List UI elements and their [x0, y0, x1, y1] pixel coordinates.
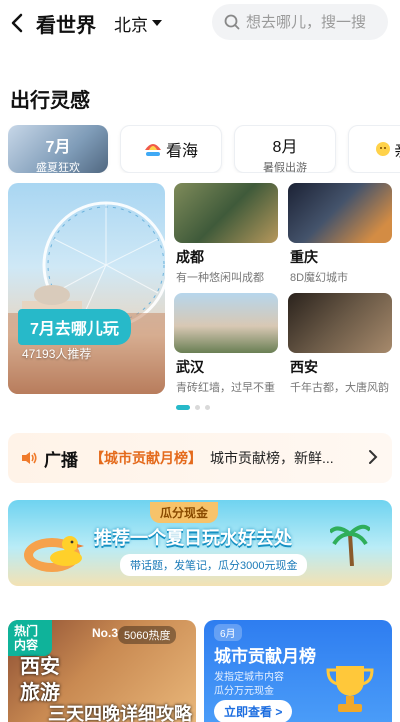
city-label: 北京 — [114, 15, 148, 35]
section-title: 出行灵感 — [10, 90, 90, 112]
broadcast-bar[interactable]: 广播 【城市贡献月榜】 城市贡献榜，新鲜... — [8, 433, 392, 483]
city-selector[interactable]: 北京 — [114, 11, 162, 36]
destination-name: 西安 — [290, 359, 318, 375]
banner-subtitle: 带话题，发笔记，瓜分3000元现金 — [120, 554, 308, 576]
tab-sea[interactable]: 看海 — [120, 125, 222, 173]
month-tag: 6月 — [214, 624, 242, 641]
destination-image — [174, 293, 278, 353]
inspiration-tabs: 7月 盛夏狂欢 看海 8月 暑假出游 亲 — [8, 125, 400, 173]
view-now-button[interactable]: 立即查看 > — [214, 700, 293, 722]
chevron-left-icon — [11, 13, 23, 33]
destination-card[interactable]: 成都 有一种悠闲叫成都 — [174, 183, 278, 285]
broadcast-label: 广播 — [44, 450, 78, 470]
promo-banner[interactable]: 瓜分现金 推荐一个夏日玩水好去处 带话题，发笔记，瓜分3000元现金 — [8, 500, 392, 586]
tab-family[interactable]: 亲 — [348, 125, 400, 173]
recommend-count: 47193人推荐 — [22, 347, 92, 361]
destination-desc: 青砖红墙，过早不重 — [176, 382, 275, 394]
banner-headline: 推荐一个夏日玩水好去处 — [94, 528, 292, 548]
tab-label: 8月 — [272, 139, 298, 156]
trophy-icon — [326, 666, 374, 712]
tab-sublabel: 盛夏狂欢 — [36, 162, 80, 173]
tab-label: 7月 — [45, 139, 71, 156]
destination-image — [288, 183, 392, 243]
ferris-wheel-image — [8, 201, 165, 394]
search-box[interactable] — [212, 4, 388, 40]
destination-name: 武汉 — [176, 359, 204, 375]
carousel-dot[interactable] — [195, 405, 200, 410]
destination-card[interactable]: 重庆 8D魔幻城市 — [288, 183, 392, 285]
city-ranking-card[interactable]: 6月 城市贡献月榜 发指定城市内容 瓜分万元现金 立即查看 > — [204, 620, 392, 722]
carousel-dot[interactable] — [205, 405, 210, 410]
tab-label: 看海 — [165, 143, 198, 160]
search-icon — [224, 14, 240, 30]
tab-july[interactable]: 7月 盛夏狂欢 — [8, 125, 108, 173]
tab-august[interactable]: 8月 暑假出游 — [234, 125, 336, 173]
rank-label: No.3 — [92, 626, 119, 640]
card-line: 瓜分万元现金 — [214, 686, 274, 697]
tab-label: 亲 — [394, 137, 400, 161]
tab-sublabel: 暑假出游 — [263, 162, 307, 173]
featured-badge: 7月去哪儿玩 — [18, 309, 131, 345]
carousel-dot-active[interactable] — [176, 405, 190, 410]
destination-name: 重庆 — [290, 249, 318, 265]
caret-down-icon — [152, 20, 162, 26]
destination-desc: 8D魔幻城市 — [290, 272, 349, 284]
destination-image — [288, 293, 392, 353]
destination-desc: 千年古都，大唐风韵 — [290, 382, 389, 394]
palm-tree-icon — [330, 524, 370, 566]
top-bar: 看世界 北京 — [0, 0, 400, 46]
card-title: 城市贡献月榜 — [214, 647, 316, 666]
hot-content-card[interactable]: 热门内容 No.3 5060热度 西安 旅游 三天四晚详细攻略 — [8, 620, 196, 722]
destination-desc: 有一种悠闲叫成都 — [176, 272, 264, 284]
destination-card[interactable]: 武汉 青砖红墙，过早不重 — [174, 293, 278, 395]
banner-tag: 瓜分现金 — [150, 502, 219, 523]
page-title: 看世界 — [36, 14, 96, 37]
baby-icon — [376, 142, 390, 156]
duck-icon — [50, 536, 84, 566]
broadcast-highlight: 【城市贡献月榜】 — [90, 450, 202, 466]
search-input[interactable] — [246, 13, 386, 31]
carousel-indicator — [176, 405, 215, 410]
card-line: 发指定城市内容 — [214, 672, 284, 683]
card-headline-3: 三天四晚详细攻略 — [48, 704, 192, 722]
back-button[interactable] — [2, 0, 32, 46]
chevron-right-icon — [369, 450, 378, 464]
broadcast-text: 城市贡献榜，新鲜... — [210, 450, 334, 466]
destination-name: 成都 — [176, 249, 204, 265]
featured-destination-card[interactable]: 7月去哪儿玩 47193人推荐 — [8, 183, 165, 394]
destination-card[interactable]: 西安 千年古都，大唐风韵 — [288, 293, 392, 395]
speaker-icon — [22, 452, 37, 464]
card-headline-1: 西安 — [20, 656, 60, 678]
destination-image — [174, 183, 278, 243]
beach-umbrella-icon — [144, 144, 161, 156]
heat-badge: 5060热度 — [118, 626, 177, 644]
